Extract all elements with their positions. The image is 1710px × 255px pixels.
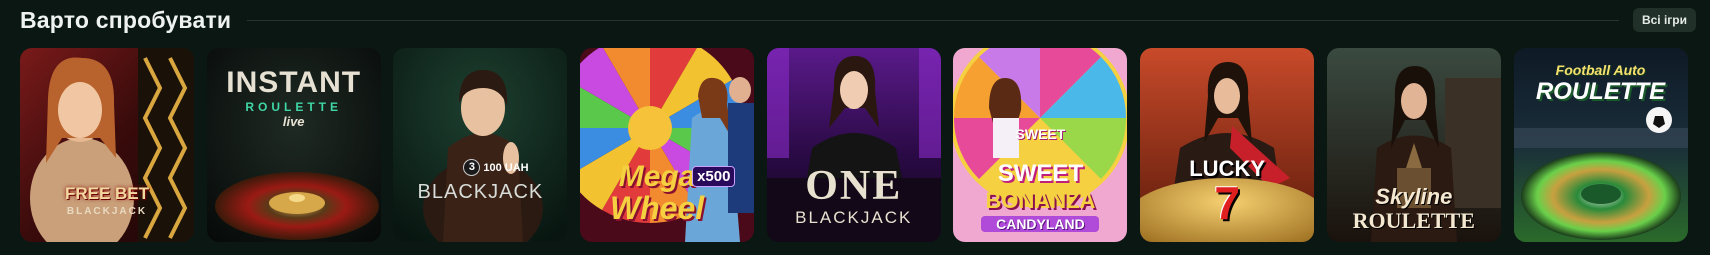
game-thumbnail xyxy=(766,48,941,242)
game-tile-lucky-7[interactable]: LUCKY 7 xyxy=(1140,48,1315,242)
game-tile-skyline-roulette[interactable]: Skyline ROULETTE xyxy=(1326,48,1501,242)
game-thumbnail xyxy=(1140,48,1315,242)
game-thumbnail xyxy=(1326,48,1501,242)
game-thumbnail xyxy=(1513,48,1688,242)
games-carousel: FREE BET BLACKJACK INSTANT ROULETTE live xyxy=(20,48,1688,242)
section-title: Варто спробувати xyxy=(20,6,232,33)
section-header: Варто спробувати Всі ігри xyxy=(20,4,1696,36)
game-thumbnail xyxy=(20,48,194,242)
game-thumbnail xyxy=(953,48,1128,242)
game-tile-free-bet-blackjack[interactable]: FREE BET BLACKJACK xyxy=(20,48,194,242)
game-thumbnail xyxy=(393,48,568,242)
header-divider xyxy=(247,19,1619,21)
multiplier-badge: x500 xyxy=(692,166,736,187)
game-thumbnail xyxy=(580,48,755,242)
game-tile-instant-roulette[interactable]: INSTANT ROULETTE live xyxy=(206,48,381,242)
game-tile-mega-wheel[interactable]: Mega Wheel x500 xyxy=(580,48,755,242)
game-tile-sweet-bonanza-candyland[interactable]: SWEET SWEET BONANZA CANDYLAND xyxy=(953,48,1128,242)
game-tile-football-auto-roulette[interactable]: Football Auto ROULETTE xyxy=(1513,48,1688,242)
game-thumbnail xyxy=(206,48,381,242)
game-tile-one-blackjack[interactable]: ONE BLACKJACK xyxy=(766,48,941,242)
game-tile-blackjack[interactable]: 3 100 UAH BLACKJACK xyxy=(393,48,568,242)
all-games-button[interactable]: Всі ігри xyxy=(1632,8,1696,32)
